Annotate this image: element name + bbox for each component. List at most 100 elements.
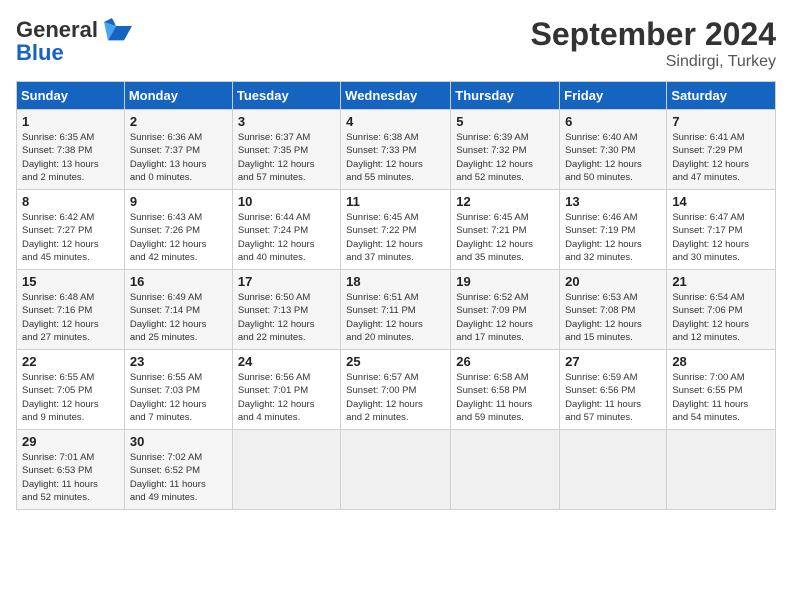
day-number: 9 — [130, 194, 227, 209]
day-number: 11 — [346, 194, 445, 209]
day-header-wednesday: Wednesday — [341, 82, 451, 110]
calendar-cell: 29 Sunrise: 7:01 AM Sunset: 6:53 PM Dayli… — [17, 430, 125, 510]
day-info: Sunrise: 6:54 AM Sunset: 7:06 PM Dayligh… — [672, 291, 770, 344]
calendar-cell: 8 Sunrise: 6:42 AM Sunset: 7:27 PM Daylig… — [17, 190, 125, 270]
day-number: 8 — [22, 194, 119, 209]
day-info: Sunrise: 6:55 AM Sunset: 7:05 PM Dayligh… — [22, 371, 119, 424]
calendar-week-2: 15 Sunrise: 6:48 AM Sunset: 7:16 PM Dayli… — [17, 270, 776, 350]
day-info: Sunrise: 6:44 AM Sunset: 7:24 PM Dayligh… — [238, 211, 335, 264]
location: Sindirgi, Turkey — [531, 53, 776, 71]
day-number: 30 — [130, 434, 227, 449]
logo-icon — [100, 16, 132, 44]
calendar-cell: 22 Sunrise: 6:55 AM Sunset: 7:05 PM Dayli… — [17, 350, 125, 430]
calendar-cell: 28Sunrise: 7:00 AM Sunset: 6:55 PM Dayli… — [667, 350, 776, 430]
calendar-week-4: 29 Sunrise: 7:01 AM Sunset: 6:53 PM Dayli… — [17, 430, 776, 510]
calendar-cell: 25Sunrise: 6:57 AM Sunset: 7:00 PM Dayli… — [341, 350, 451, 430]
calendar-cell — [232, 430, 340, 510]
day-number: 23 — [130, 354, 227, 369]
day-number: 14 — [672, 194, 770, 209]
calendar-cell: 15 Sunrise: 6:48 AM Sunset: 7:16 PM Dayli… — [17, 270, 125, 350]
day-header-sunday: Sunday — [17, 82, 125, 110]
calendar-cell: 20Sunrise: 6:53 AM Sunset: 7:08 PM Dayli… — [560, 270, 667, 350]
day-info: Sunrise: 6:45 AM Sunset: 7:21 PM Dayligh… — [456, 211, 554, 264]
day-info: Sunrise: 6:48 AM Sunset: 7:16 PM Dayligh… — [22, 291, 119, 344]
calendar: SundayMondayTuesdayWednesdayThursdayFrid… — [16, 81, 776, 510]
calendar-cell: 5 Sunrise: 6:39 AM Sunset: 7:32 PM Daylig… — [451, 110, 560, 190]
day-number: 7 — [672, 114, 770, 129]
day-info: Sunrise: 6:45 AM Sunset: 7:22 PM Dayligh… — [346, 211, 445, 264]
day-number: 12 — [456, 194, 554, 209]
day-number: 3 — [238, 114, 335, 129]
calendar-header: SundayMondayTuesdayWednesdayThursdayFrid… — [17, 82, 776, 110]
day-info: Sunrise: 6:55 AM Sunset: 7:03 PM Dayligh… — [130, 371, 227, 424]
day-header-saturday: Saturday — [667, 82, 776, 110]
day-info: Sunrise: 6:36 AM Sunset: 7:37 PM Dayligh… — [130, 131, 227, 184]
day-number: 6 — [565, 114, 661, 129]
title-section: September 2024 Sindirgi, Turkey — [531, 16, 776, 71]
day-number: 19 — [456, 274, 554, 289]
day-info: Sunrise: 6:46 AM Sunset: 7:19 PM Dayligh… — [565, 211, 661, 264]
month-title: September 2024 — [531, 16, 776, 53]
calendar-cell: 26 Sunrise: 6:58 AM Sunset: 6:58 PM Dayli… — [451, 350, 560, 430]
day-info: Sunrise: 6:59 AM Sunset: 6:56 PM Dayligh… — [565, 371, 661, 424]
day-number: 18 — [346, 274, 445, 289]
day-number: 2 — [130, 114, 227, 129]
day-number: 26 — [456, 354, 554, 369]
calendar-cell: 9 Sunrise: 6:43 AM Sunset: 7:26 PM Daylig… — [124, 190, 232, 270]
day-number: 29 — [22, 434, 119, 449]
day-header-thursday: Thursday — [451, 82, 560, 110]
day-info: Sunrise: 6:50 AM Sunset: 7:13 PM Dayligh… — [238, 291, 335, 344]
calendar-cell: 1 Sunrise: 6:35 AM Sunset: 7:38 PM Daylig… — [17, 110, 125, 190]
day-info: Sunrise: 6:51 AM Sunset: 7:11 PM Dayligh… — [346, 291, 445, 344]
calendar-cell: 21 Sunrise: 6:54 AM Sunset: 7:06 PM Dayli… — [667, 270, 776, 350]
calendar-cell: 13 Sunrise: 6:46 AM Sunset: 7:19 PM Dayli… — [560, 190, 667, 270]
day-info: Sunrise: 6:42 AM Sunset: 7:27 PM Dayligh… — [22, 211, 119, 264]
day-info: Sunrise: 6:49 AM Sunset: 7:14 PM Dayligh… — [130, 291, 227, 344]
day-number: 20 — [565, 274, 661, 289]
calendar-cell: 12 Sunrise: 6:45 AM Sunset: 7:21 PM Dayli… — [451, 190, 560, 270]
day-number: 5 — [456, 114, 554, 129]
day-info: Sunrise: 6:39 AM Sunset: 7:32 PM Dayligh… — [456, 131, 554, 184]
calendar-cell: 14 Sunrise: 6:47 AM Sunset: 7:17 PM Dayli… — [667, 190, 776, 270]
day-info: Sunrise: 6:37 AM Sunset: 7:35 PM Dayligh… — [238, 131, 335, 184]
calendar-cell: 27 Sunrise: 6:59 AM Sunset: 6:56 PM Dayli… — [560, 350, 667, 430]
calendar-cell — [451, 430, 560, 510]
day-number: 24 — [238, 354, 335, 369]
calendar-cell: 16Sunrise: 6:49 AM Sunset: 7:14 PM Dayli… — [124, 270, 232, 350]
calendar-cell — [667, 430, 776, 510]
day-number: 13 — [565, 194, 661, 209]
calendar-week-3: 22 Sunrise: 6:55 AM Sunset: 7:05 PM Dayli… — [17, 350, 776, 430]
day-info: Sunrise: 7:00 AM Sunset: 6:55 PM Dayligh… — [672, 371, 770, 424]
calendar-cell: 11 Sunrise: 6:45 AM Sunset: 7:22 PM Dayli… — [341, 190, 451, 270]
day-info: Sunrise: 6:40 AM Sunset: 7:30 PM Dayligh… — [565, 131, 661, 184]
day-header-tuesday: Tuesday — [232, 82, 340, 110]
day-info: Sunrise: 6:43 AM Sunset: 7:26 PM Dayligh… — [130, 211, 227, 264]
day-number: 27 — [565, 354, 661, 369]
calendar-cell — [341, 430, 451, 510]
page-header: General Blue September 2024 Sindirgi, Tu… — [16, 16, 776, 71]
day-info: Sunrise: 6:56 AM Sunset: 7:01 PM Dayligh… — [238, 371, 335, 424]
calendar-cell: 24 Sunrise: 6:56 AM Sunset: 7:01 PM Dayli… — [232, 350, 340, 430]
calendar-cell: 2 Sunrise: 6:36 AM Sunset: 7:37 PM Daylig… — [124, 110, 232, 190]
day-number: 21 — [672, 274, 770, 289]
calendar-cell: 23 Sunrise: 6:55 AM Sunset: 7:03 PM Dayli… — [124, 350, 232, 430]
day-info: Sunrise: 7:01 AM Sunset: 6:53 PM Dayligh… — [22, 451, 119, 504]
calendar-cell: 17 Sunrise: 6:50 AM Sunset: 7:13 PM Dayli… — [232, 270, 340, 350]
calendar-body: 1 Sunrise: 6:35 AM Sunset: 7:38 PM Daylig… — [17, 110, 776, 510]
day-info: Sunrise: 6:35 AM Sunset: 7:38 PM Dayligh… — [22, 131, 119, 184]
logo-blue-text: Blue — [16, 40, 64, 66]
calendar-cell: 3 Sunrise: 6:37 AM Sunset: 7:35 PM Daylig… — [232, 110, 340, 190]
day-number: 15 — [22, 274, 119, 289]
calendar-cell: 30Sunrise: 7:02 AM Sunset: 6:52 PM Dayli… — [124, 430, 232, 510]
day-number: 22 — [22, 354, 119, 369]
day-info: Sunrise: 6:58 AM Sunset: 6:58 PM Dayligh… — [456, 371, 554, 424]
day-header-monday: Monday — [124, 82, 232, 110]
day-info: Sunrise: 6:47 AM Sunset: 7:17 PM Dayligh… — [672, 211, 770, 264]
calendar-cell: 10Sunrise: 6:44 AM Sunset: 7:24 PM Dayli… — [232, 190, 340, 270]
calendar-cell: 4Sunrise: 6:38 AM Sunset: 7:33 PM Daylig… — [341, 110, 451, 190]
logo: General Blue — [16, 16, 132, 66]
day-number: 1 — [22, 114, 119, 129]
calendar-week-0: 1 Sunrise: 6:35 AM Sunset: 7:38 PM Daylig… — [17, 110, 776, 190]
day-number: 17 — [238, 274, 335, 289]
calendar-cell: 7Sunrise: 6:41 AM Sunset: 7:29 PM Daylig… — [667, 110, 776, 190]
